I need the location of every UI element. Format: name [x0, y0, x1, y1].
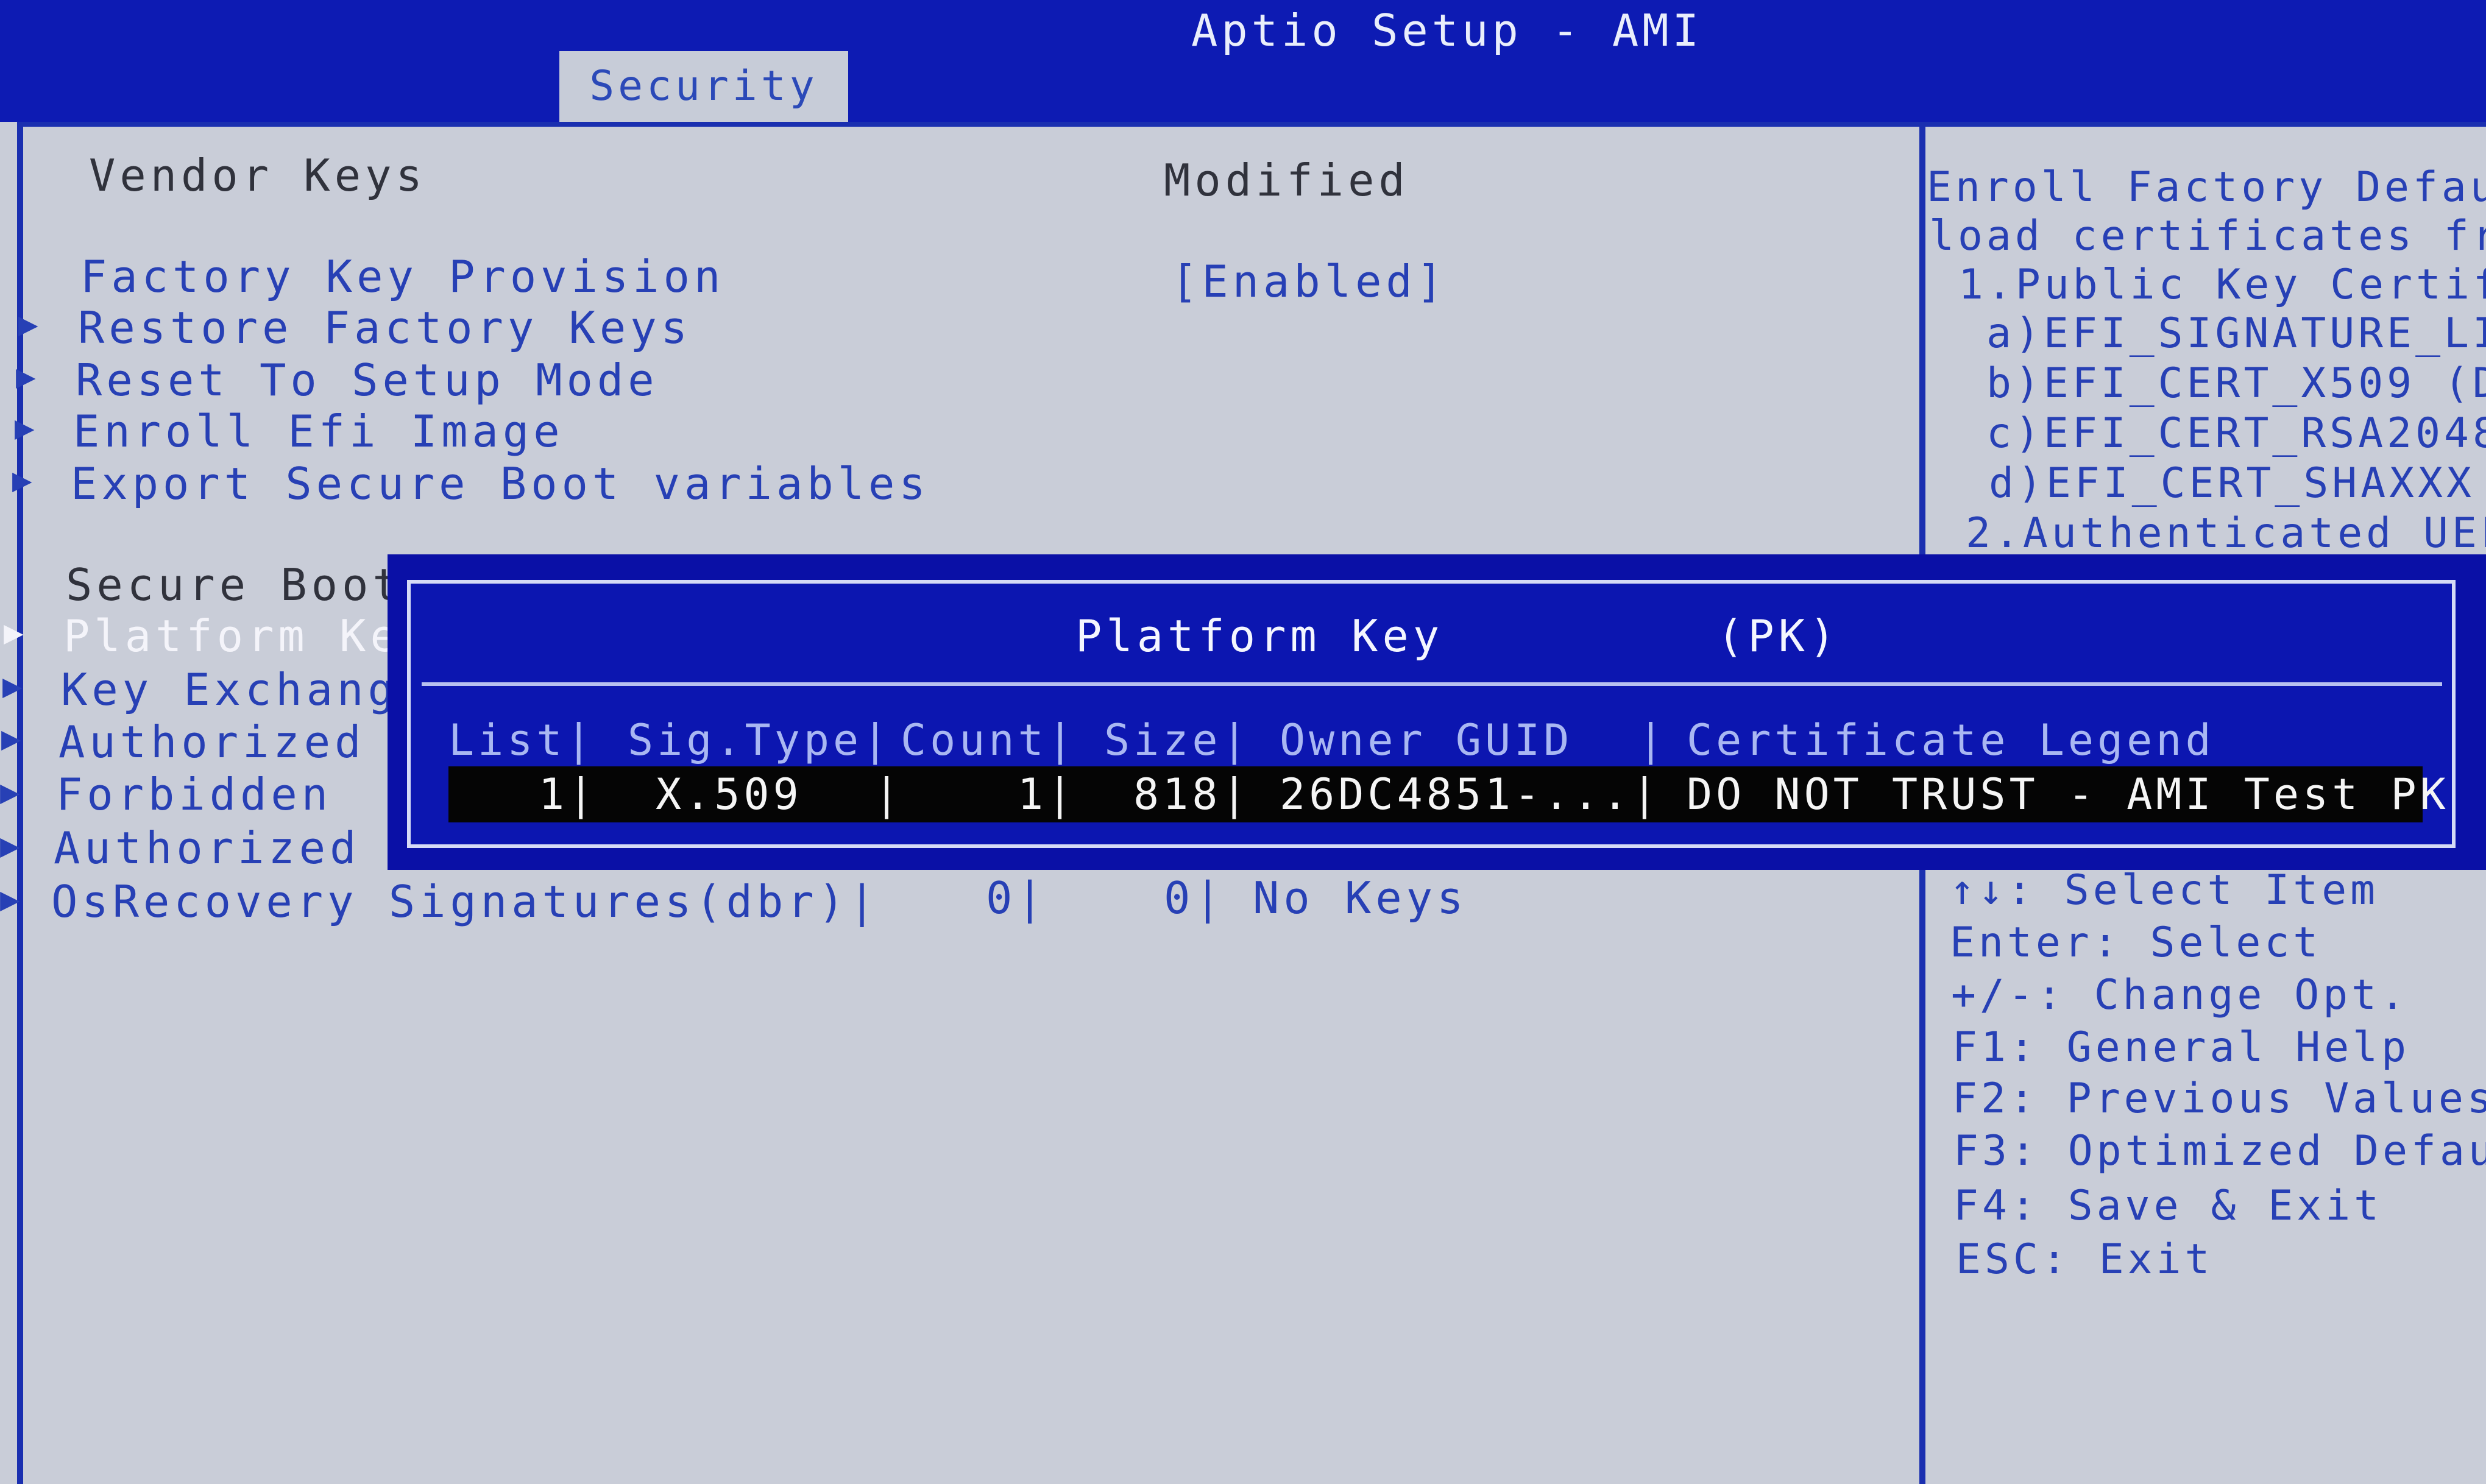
help-key-f1: F1: General Help [1952, 1023, 2410, 1072]
help-description-line: c)EFI_CERT_RSA2048 [1986, 409, 2486, 458]
factory-key-provision-label[interactable]: Factory Key Provision [80, 251, 724, 302]
help-description-line: load certificates fro [1929, 212, 2486, 260]
column-header-size: Size| [1104, 715, 1251, 765]
authorized-timestamps-item[interactable]: Authorized [54, 822, 360, 874]
key-exchange-item[interactable]: Key Exchang [61, 664, 398, 715]
column-header-owner-guid: Owner GUID [1280, 715, 1573, 765]
submenu-arrow-icon: ▶ [0, 826, 20, 864]
dialog-title-abbr: (PK) [1717, 610, 1840, 662]
help-key-f2: F2: Previous Values [1952, 1075, 2486, 1123]
vendor-keys-status: Modified [1164, 155, 1409, 206]
submenu-arrow-icon: ▶ [2, 666, 23, 705]
dialog-title: Platform Key [1075, 610, 1444, 662]
row-count: 1| [1018, 769, 1077, 819]
help-description-line: 1.Public Key Certif [1958, 261, 2486, 309]
column-header-list: List| [448, 715, 595, 765]
osrecovery-status: No Keys [1253, 872, 1468, 924]
forbidden-signatures-item[interactable]: Forbidden [56, 769, 332, 820]
help-key-f3: F3: Optimized Defau [1953, 1127, 2486, 1175]
row-list: 1| [539, 769, 598, 819]
column-header-sig-type: Sig.Type| [628, 715, 892, 765]
submenu-arrow-icon: ▶ [1, 719, 21, 757]
secure-boot-heading: Secure Boot [66, 559, 403, 610]
submenu-arrow-icon: ▶ [12, 461, 32, 499]
export-secure-boot-variables-item[interactable]: Export Secure Boot variables [71, 458, 930, 509]
osrecovery-size: 0| [1164, 872, 1225, 924]
tab-security[interactable]: Security [559, 51, 848, 122]
submenu-arrow-icon: ▶ [18, 305, 38, 343]
help-key-change-opt: +/-: Change Opt. [1951, 971, 2409, 1019]
reset-to-setup-mode-item[interactable]: Reset To Setup Mode [76, 355, 659, 406]
help-description-line: a)EFI_SIGNATURE_LIS [1986, 309, 2486, 358]
row-size: 818| [1133, 769, 1251, 819]
app-title: Aptio Setup - AMI [1191, 5, 1702, 56]
osrecovery-count: 0| [986, 872, 1047, 924]
help-key-f4: F4: Save & Exit [1953, 1182, 2383, 1230]
factory-key-provision-value[interactable]: [Enabled] [1171, 256, 1447, 307]
restore-factory-keys-item[interactable]: Restore Factory Keys [78, 302, 692, 353]
help-description-line: Enroll Factory Defaul [1927, 163, 2486, 211]
row-certificate-legend: DO NOT TRUST - AMI Test PK [1687, 769, 2449, 819]
enroll-efi-image-item[interactable]: Enroll Efi Image [73, 406, 564, 457]
column-header-separator: | [1638, 715, 1668, 765]
help-description-line: b)EFI_CERT_X509 (DE [1986, 359, 2486, 408]
help-description-line: d)EFI_CERT_SHAXXX [1989, 459, 2475, 507]
help-key-enter: Enter: Select [1950, 919, 2322, 967]
osrecovery-signatures-item[interactable]: OsRecovery Signatures(dbr)| [51, 876, 879, 927]
submenu-arrow-icon: ▶ [0, 772, 20, 811]
column-header-certificate-legend: Certificate Legend [1687, 715, 2215, 765]
help-description-line: 2.Authenticated UEF [1966, 509, 2486, 557]
row-owner-guid: 26DC4851-...| [1280, 769, 1661, 819]
submenu-arrow-icon: ▶ [0, 880, 20, 918]
dialog-title-rule [422, 682, 2442, 686]
help-key-esc: ESC: Exit [1956, 1235, 2214, 1284]
row-sig-type: X.509 [656, 769, 802, 819]
authorized-signatures-item[interactable]: Authorized [58, 716, 365, 768]
submenu-arrow-icon: ▶ [4, 613, 24, 651]
platform-key-item[interactable]: Platform Ke [63, 610, 401, 662]
row-sig-type-separator: | [874, 769, 904, 819]
submenu-arrow-icon: ▶ [15, 408, 35, 447]
column-header-count: Count| [901, 715, 1077, 765]
help-key-select-item: ↑↓: Select Item [1950, 866, 2379, 914]
submenu-arrow-icon: ▶ [16, 357, 36, 395]
vendor-keys-label: Vendor Keys [89, 150, 427, 201]
